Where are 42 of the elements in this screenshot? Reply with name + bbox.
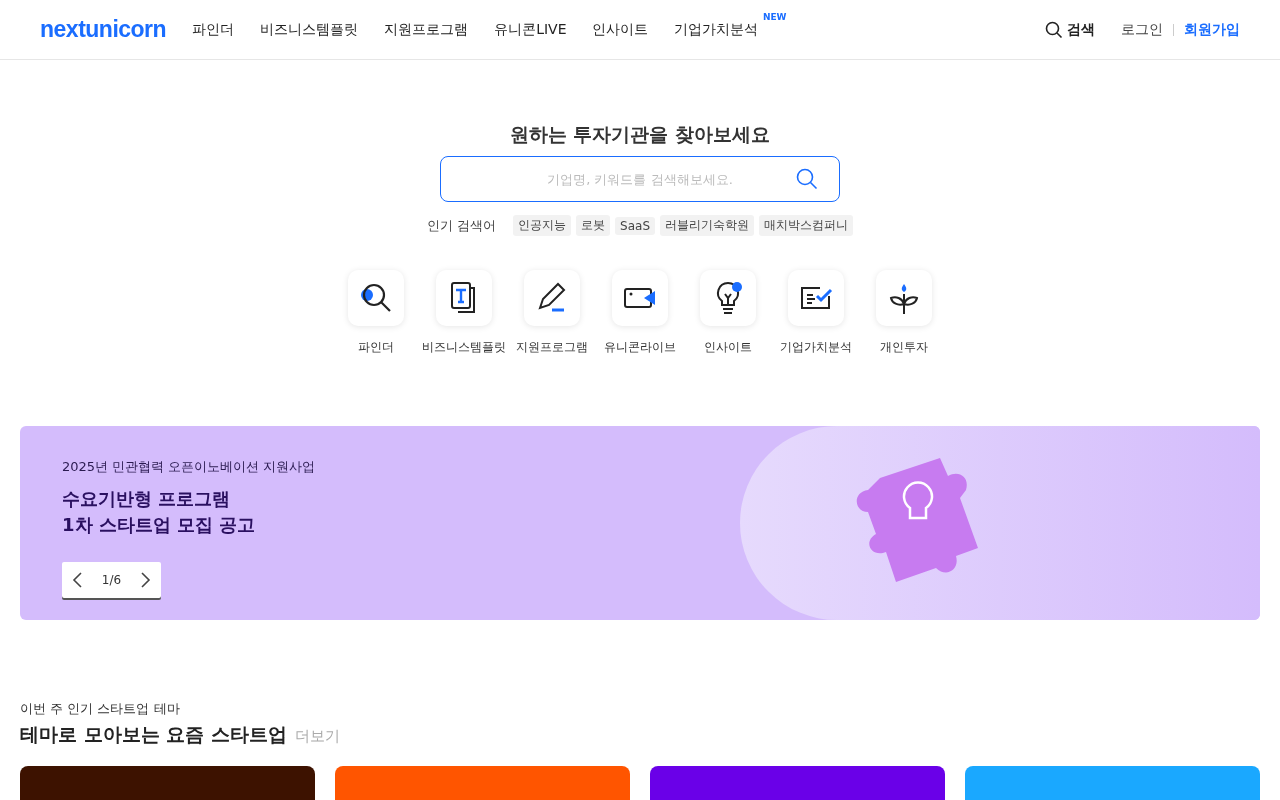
shortcut-tile[interactable] [348, 270, 404, 326]
nav-link[interactable]: 비즈니스템플릿 [260, 20, 359, 39]
search-icon [1045, 20, 1063, 39]
keyword-chip[interactable]: 인공지능 [513, 215, 572, 236]
shortcut-tile[interactable] [788, 270, 844, 326]
search-field[interactable]: 기업명, 키워드를 검색해보세요. [440, 156, 840, 202]
popular-label: 인기 검색어 [426, 216, 497, 235]
promo-banner[interactable]: 2025년 민관협력 오픈이노베이션 지원사업 수요기반형 프로그램 1차 스타트업 모집 공고 1/6 [20, 426, 1260, 620]
nav-link[interactable]: 유니콘LIVE [494, 20, 567, 39]
chevron-right-icon[interactable] [138, 571, 153, 589]
shortcut-tile[interactable] [436, 270, 492, 326]
nav-link[interactable]: 파인더 [192, 20, 235, 39]
shortcut-label[interactable]: 비즈니스템플릿 [422, 339, 506, 356]
new-label: NEW [762, 11, 787, 22]
search-icon[interactable] [796, 168, 818, 190]
nav-link[interactable]: 인사이트 [592, 20, 649, 39]
hero-title: 원하는 투자기관을 찾아보세요 [509, 122, 771, 147]
shortcut-label[interactable]: 지원프로그램 [516, 339, 588, 356]
shortcut-tile[interactable] [876, 270, 932, 326]
search-link[interactable]: 검색 [1045, 20, 1095, 39]
section-title: 테마로 모아보는 요즘 스타트업 [20, 722, 287, 747]
banner-subtitle: 2025년 민관협력 오픈이노베이션 지원사업 [62, 458, 317, 476]
page-counter: 1/6 [101, 573, 122, 587]
shortcut-label[interactable]: 개인투자 [880, 339, 928, 356]
banner-title: 수요기반형 프로그램 1차 스타트업 모집 공고 [62, 487, 257, 537]
shortcut-tile[interactable] [524, 270, 580, 326]
shortcut-label[interactable]: 인사이트 [704, 339, 752, 356]
shortcut-label[interactable]: 기업가치분석 [780, 339, 852, 356]
keyword-chip[interactable]: 로봇 [576, 215, 611, 236]
shortcut-tile[interactable] [700, 270, 756, 326]
section-subtitle: 이번 주 인기 스타트업 테마 [20, 700, 181, 718]
shortcut-label[interactable]: 파인더 [358, 339, 394, 356]
shortcut-label[interactable]: 유니콘라이브 [604, 339, 676, 356]
keyword-chip[interactable]: 매치박스컴퍼니 [759, 215, 854, 236]
shortcut-tile[interactable] [612, 270, 668, 326]
keyword-chip[interactable]: 러블리기숙학원 [660, 215, 755, 236]
keyword-chip[interactable]: SaaS [615, 216, 656, 235]
nav-link[interactable]: 지원프로그램 [384, 20, 469, 39]
signup-link[interactable]: 회원가입 [1184, 20, 1240, 39]
login-link[interactable]: 로그인 [1121, 20, 1163, 39]
logo[interactable]: nextunicorn [40, 16, 167, 43]
chevron-left-icon[interactable] [70, 571, 85, 589]
